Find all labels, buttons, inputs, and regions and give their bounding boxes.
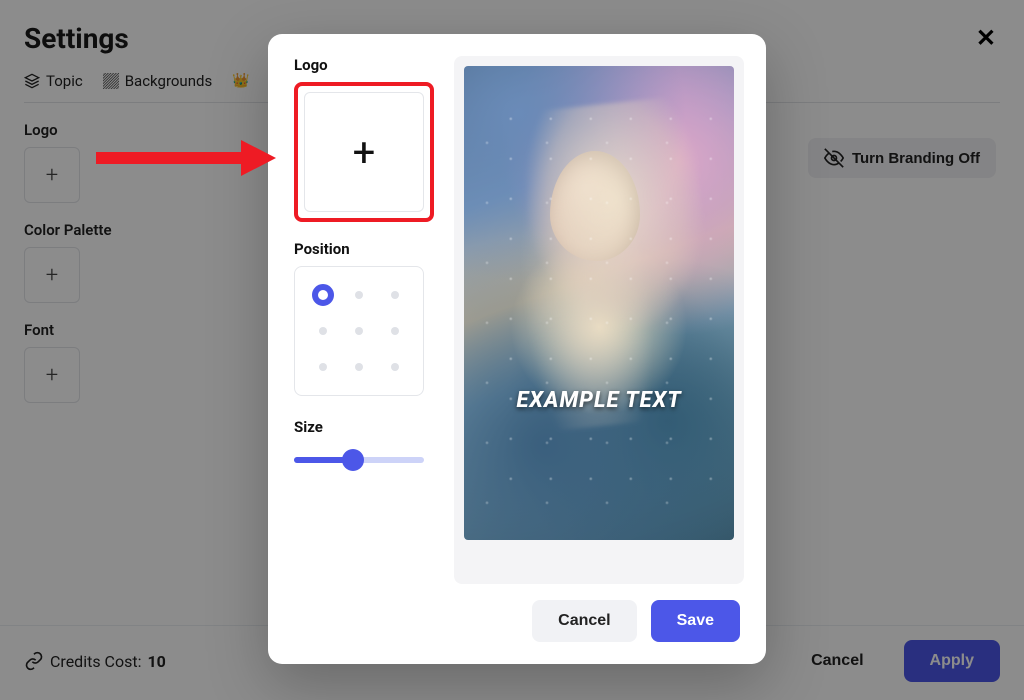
modal-save-button[interactable]: Save — [651, 600, 740, 642]
position-top-right[interactable] — [377, 277, 413, 313]
position-mid-left[interactable] — [305, 313, 341, 349]
preview-image: EXAMPLE TEXT — [464, 66, 734, 540]
position-bot-center[interactable] — [341, 349, 377, 385]
modal-logo-label: Logo — [294, 56, 434, 74]
position-top-left[interactable] — [305, 277, 341, 313]
modal-position-label: Position — [294, 240, 434, 258]
position-grid — [294, 266, 424, 396]
slider-thumb[interactable] — [342, 449, 364, 471]
size-slider[interactable] — [294, 450, 424, 470]
position-mid-right[interactable] — [377, 313, 413, 349]
preview-text: EXAMPLE TEXT — [464, 388, 734, 413]
modal-size-label: Size — [294, 418, 434, 436]
modal-cancel-button[interactable]: Cancel — [532, 600, 636, 642]
logo-modal: Logo + Position Size — [268, 34, 766, 664]
plus-icon: + — [353, 129, 376, 176]
position-bot-left[interactable] — [305, 349, 341, 385]
logo-upload-dropzone[interactable]: + — [294, 82, 434, 222]
position-mid-center[interactable] — [341, 313, 377, 349]
position-top-center[interactable] — [341, 277, 377, 313]
position-bot-right[interactable] — [377, 349, 413, 385]
